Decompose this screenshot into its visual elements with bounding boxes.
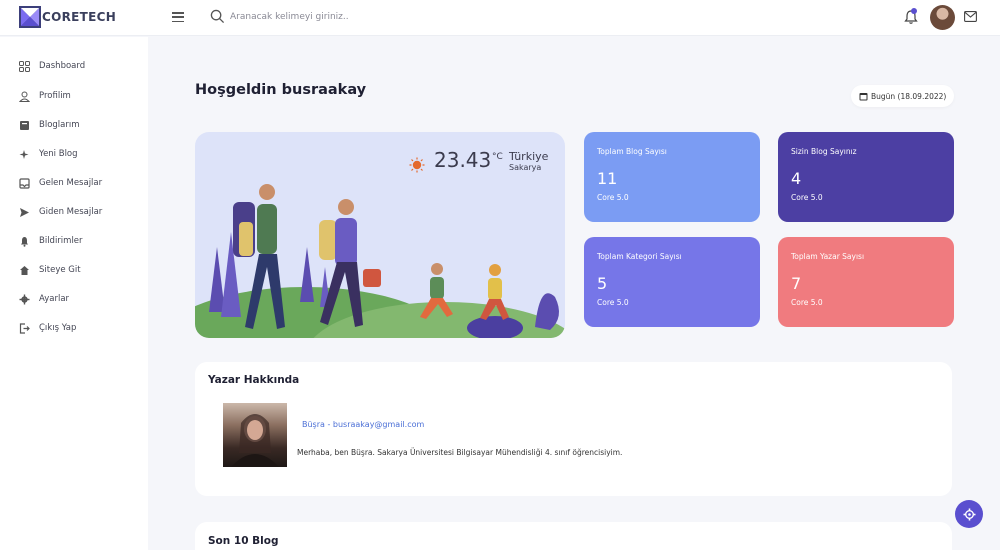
sidebar-item-label: Siteye Git <box>39 265 81 275</box>
weather-hero-card: 23.43 °C Türkiye Sakarya <box>195 132 565 338</box>
sparkle-icon <box>19 149 29 159</box>
sidebar-item-my-blogs[interactable]: Bloglarım <box>19 117 80 133</box>
recent-blogs-title: Son 10 Blog <box>208 535 279 547</box>
card-subtitle: Core 5.0 <box>791 298 823 307</box>
sidebar-item-notifications[interactable]: Bildirimler <box>19 233 83 249</box>
sidebar-item-label: Profilim <box>39 91 71 101</box>
card-title: Sizin Blog Sayınız <box>791 147 857 156</box>
card-value: 7 <box>791 274 802 293</box>
gear-icon <box>963 508 975 520</box>
sidebar-item-label: Giden Mesajlar <box>39 207 103 217</box>
search-icon[interactable] <box>210 9 225 24</box>
weather-city: Sakarya <box>509 163 542 172</box>
brand-logo[interactable]: CORETECH <box>19 6 116 28</box>
menu-toggle-button[interactable] <box>172 12 184 23</box>
sidebar-item-label: Dashboard <box>39 61 86 71</box>
sidebar-item-label: Ayarlar <box>39 294 70 304</box>
author-panel: Yazar Hakkında Büşra - busraakay@gmail.c… <box>195 362 952 496</box>
sidebar-item-label: Çıkış Yap <box>39 323 77 333</box>
sidebar-item-settings[interactable]: Ayarlar <box>19 291 69 307</box>
sidebar-item-label: Bildirimler <box>39 236 83 246</box>
user-avatar[interactable] <box>930 5 955 30</box>
sidebar-item-label: Gelen Mesajlar <box>39 178 103 188</box>
sidebar-item-dashboard[interactable]: Dashboard <box>19 58 85 74</box>
mail-icon[interactable] <box>964 11 977 22</box>
sidebar-item-label: Yeni Blog <box>39 149 78 159</box>
recent-blogs-panel: Son 10 Blog <box>195 522 952 550</box>
temperature-value: 23.43 <box>434 148 492 172</box>
sidebar-item-go-to-site[interactable]: Siteye Git <box>19 262 81 278</box>
user-icon <box>19 91 30 102</box>
home-icon <box>20 265 29 275</box>
card-title: Toplam Kategori Sayısı <box>597 252 682 261</box>
search-bar <box>210 9 530 24</box>
calendar-icon <box>859 92 868 100</box>
top-bar: CORETECH <box>0 0 1000 36</box>
logout-icon <box>19 322 30 334</box>
card-value: 5 <box>597 274 608 293</box>
brand-name: CORETECH <box>42 10 117 24</box>
stat-card-your-blogs[interactable]: Sizin Blog Sayınız 4 Core 5.0 <box>778 132 954 222</box>
sidebar: Dashboard Profilim Bloglarım Yeni Blog G… <box>0 37 148 550</box>
author-email-link[interactable]: Büşra - busraakay@gmail.com <box>302 420 424 429</box>
grid-icon <box>19 60 30 72</box>
search-input[interactable] <box>230 11 530 22</box>
sidebar-item-label: Bloglarım <box>39 120 80 130</box>
inbox-icon <box>19 177 30 189</box>
author-portrait-image <box>231 414 279 467</box>
sidebar-item-logout[interactable]: Çıkış Yap <box>19 320 76 336</box>
author-photo <box>223 403 287 467</box>
stat-card-total-blogs[interactable]: Toplam Blog Sayısı 11 Core 5.0 <box>584 132 760 222</box>
card-subtitle: Core 5.0 <box>597 298 629 307</box>
logo-icon <box>19 6 41 28</box>
page-title: Hoşgeldin busraakay <box>195 82 367 98</box>
book-icon <box>20 120 29 130</box>
card-value: 4 <box>791 169 802 188</box>
date-label: Bugün (18.09.2022) <box>871 91 947 101</box>
card-value: 11 <box>597 169 618 188</box>
card-subtitle: Core 5.0 <box>597 193 629 202</box>
sidebar-item-new-blog[interactable]: Yeni Blog <box>19 146 78 162</box>
weather-country: Türkiye <box>509 150 549 163</box>
sidebar-item-inbox[interactable]: Gelen Mesajlar <box>19 175 102 191</box>
sun-icon <box>409 157 425 173</box>
notification-dot <box>911 8 917 14</box>
send-icon <box>20 207 29 217</box>
card-subtitle: Core 5.0 <box>791 193 823 202</box>
stat-card-total-categories[interactable]: Toplam Kategori Sayısı 5 Core 5.0 <box>584 237 760 327</box>
temperature-unit: °C <box>492 152 503 162</box>
gear-icon <box>19 294 30 304</box>
sidebar-item-sent[interactable]: Giden Mesajlar <box>19 204 102 220</box>
bell-icon <box>21 236 28 247</box>
card-title: Toplam Blog Sayısı <box>597 147 667 156</box>
settings-fab-button[interactable] <box>955 500 983 528</box>
author-bio: Merhaba, ben Büşra. Sakarya Üniversitesi… <box>297 448 623 457</box>
card-title: Toplam Yazar Sayısı <box>791 252 865 261</box>
author-panel-title: Yazar Hakkında <box>208 374 300 386</box>
stat-card-total-authors[interactable]: Toplam Yazar Sayısı 7 Core 5.0 <box>778 237 954 327</box>
sidebar-item-profile[interactable]: Profilim <box>19 88 71 104</box>
date-badge: Bugün (18.09.2022) <box>851 85 955 107</box>
